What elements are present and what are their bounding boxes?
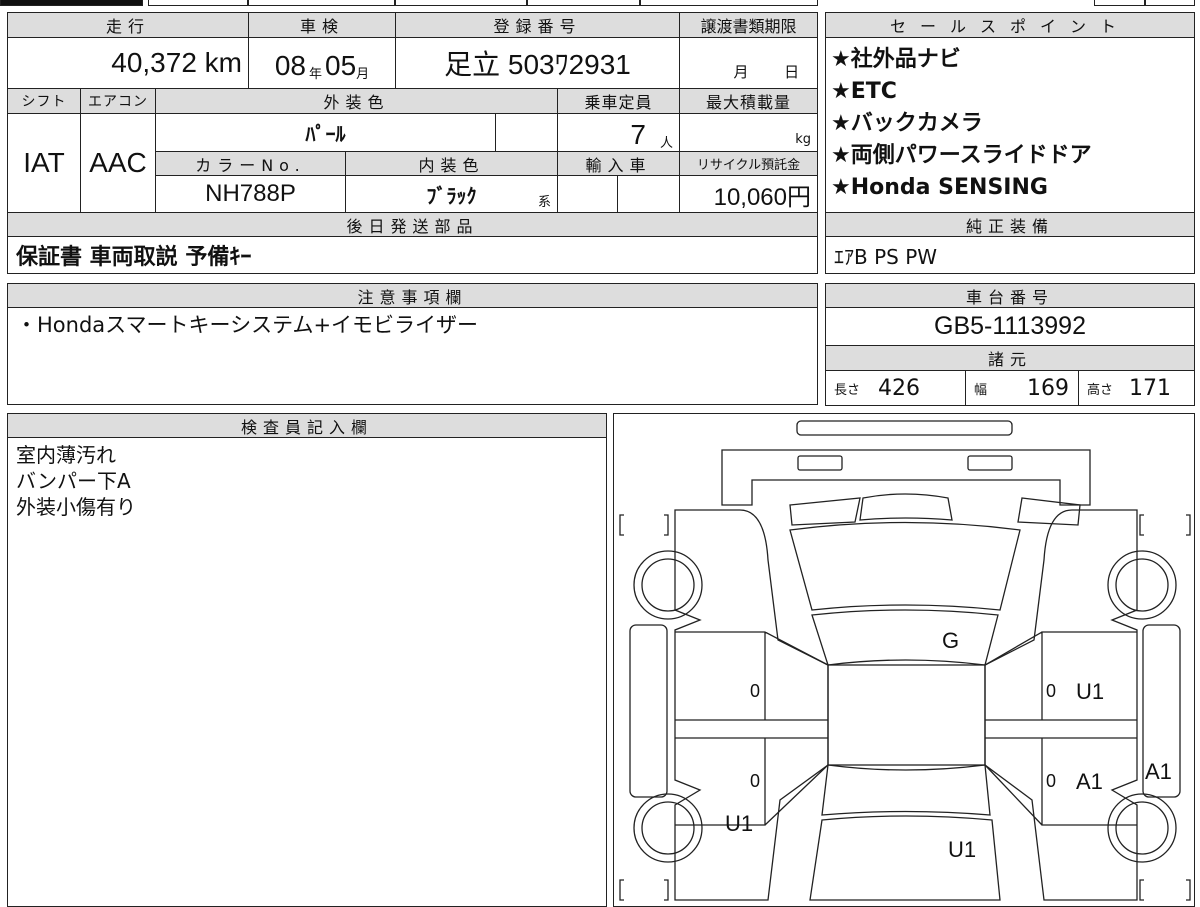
inspection-year: 08 (274, 50, 306, 81)
transfer-value: 月日 (679, 37, 818, 89)
int-color-text: ﾌﾞﾗｯｸ (426, 183, 477, 208)
shift-value: IAT (7, 113, 81, 213)
top-cell (248, 0, 395, 6)
mileage-value: 40,372 km (7, 37, 249, 89)
height-label: 高さ (1087, 382, 1114, 398)
length-label: 長さ (834, 382, 861, 398)
car-diagram-svg: G 0 0 U1 0 0 A1 A1 U1 U1 (618, 419, 1191, 901)
int-color-header: 内装色 (345, 151, 558, 176)
max-load-header: 最大積載量 (679, 88, 818, 114)
damage-mark: 0 (1046, 681, 1056, 701)
import-cell (617, 175, 680, 213)
ac-header: エアコン (80, 88, 156, 114)
top-cell (148, 0, 248, 6)
top-cell (1145, 0, 1195, 6)
sales-point: ★バックカメラ (831, 111, 983, 136)
width-value: 169 (1027, 375, 1070, 401)
ac-value: AAC (80, 113, 156, 213)
damage-mark: A1 (1145, 759, 1172, 784)
import-header: 輸入車 (557, 151, 680, 176)
damage-mark: 0 (750, 681, 760, 701)
inspection-value: 08 年 05 月 (248, 37, 396, 89)
top-cell (395, 0, 527, 6)
damage-mark: A1 (1076, 769, 1103, 794)
inspection-header: 車検 (248, 12, 396, 38)
int-color-value: ﾌﾞﾗｯｸ 系 (345, 175, 558, 213)
sales-point: ★両側パワースライドドア (831, 143, 1092, 168)
capacity-header: 乗車定員 (557, 88, 680, 114)
notes-text: ・Hondaスマートキーシステム+イモビライザー (16, 313, 479, 337)
left-step (628, 623, 668, 798)
sales-points-list: ★社外品ナビ ★ETC ★バックカメラ ★両側パワースライドドア ★Honda … (827, 40, 1096, 208)
inspector-line: 室内薄汚れ (16, 443, 116, 467)
top-black-bar (0, 0, 143, 6)
top-cell (640, 0, 818, 6)
max-load-value: kg (679, 113, 818, 152)
sales-point: ★社外品ナビ (831, 47, 961, 72)
height-value: 171 (1129, 375, 1172, 401)
genuine-value: ｴｱB PS PW (825, 236, 1195, 274)
rear-gate (720, 448, 1091, 506)
width-label: 幅 (974, 382, 988, 398)
recycle-value: 10,060円 (679, 175, 818, 213)
genuine-header: 純正装備 (825, 212, 1195, 237)
registration-value: 足立 503ﾜ2931 (395, 37, 680, 89)
sales-point: ★ETC (831, 79, 897, 104)
right-body (983, 508, 1138, 901)
ext-color-extra (495, 113, 558, 152)
damage-mark: 0 (750, 771, 760, 791)
sales-point: ★Honda SENSING (831, 175, 1048, 200)
ext-color-header: 外装色 (155, 88, 558, 114)
transfer-header: 譲渡書類期限 (679, 12, 818, 38)
later-parts-value: 保証書 車両取説 予備ｷｰ (7, 236, 818, 274)
shift-header: シフト (7, 88, 81, 114)
inspector-header: 検査員記入欄 (7, 413, 607, 438)
chassis-value: GB5-1113992 (825, 307, 1195, 346)
capacity-number: 7 (630, 119, 646, 150)
spec-width: 幅 169 (965, 370, 1079, 406)
roof-rear-glass (788, 521, 1021, 611)
transfer-month: 月 (733, 63, 749, 81)
damage-mark: U1 (1076, 679, 1104, 704)
damage-mark: U1 (725, 811, 753, 836)
notes-value: ・Hondaスマートキーシステム+イモビライザー (7, 307, 818, 405)
year-unit: 年 (308, 67, 322, 82)
spec-length: 長さ 426 (825, 370, 966, 406)
registration-header: 登録番号 (395, 12, 680, 38)
color-no-header: カラーNo. (155, 151, 346, 176)
cabin (826, 663, 986, 766)
int-color-suffix: 系 (537, 195, 551, 210)
capacity-unit: 人 (659, 136, 673, 151)
car-diagram: G 0 0 U1 0 0 A1 A1 U1 U1 (613, 413, 1195, 907)
capacity-value: 7人 (557, 113, 680, 152)
notes-header: 注意事項欄 (7, 283, 818, 308)
length-value: 426 (878, 375, 921, 401)
transfer-day: 日 (784, 63, 800, 81)
inspector-line: バンパー下A (16, 469, 131, 493)
specs-header: 諸元 (825, 345, 1195, 371)
mileage-header: 走行 (7, 12, 249, 38)
import-cell (557, 175, 618, 213)
chassis-header: 車台番号 (825, 283, 1195, 308)
top-cell (1094, 0, 1145, 6)
recycle-header: リサイクル預託金 (679, 151, 818, 176)
inspection-month: 05 (325, 50, 357, 81)
spec-height: 高さ 171 (1078, 370, 1195, 406)
ext-color-value: ﾊﾟｰﾙ (155, 113, 496, 152)
month-unit: 月 (356, 67, 370, 82)
inspector-notes: 室内薄汚れ バンパー下A 外装小傷有り (7, 437, 607, 907)
top-cell (527, 0, 640, 6)
damage-mark: G (942, 628, 959, 653)
roof (810, 608, 999, 666)
sales-points-header: セールスポイント (825, 12, 1195, 38)
damage-mark: 0 (1046, 771, 1056, 791)
damage-mark: U1 (948, 837, 976, 862)
rear-bumper (795, 419, 1013, 436)
later-parts-header: 後日発送部品 (7, 212, 818, 237)
color-no-value: NH788P (155, 175, 346, 213)
inspector-line: 外装小傷有り (16, 495, 136, 519)
